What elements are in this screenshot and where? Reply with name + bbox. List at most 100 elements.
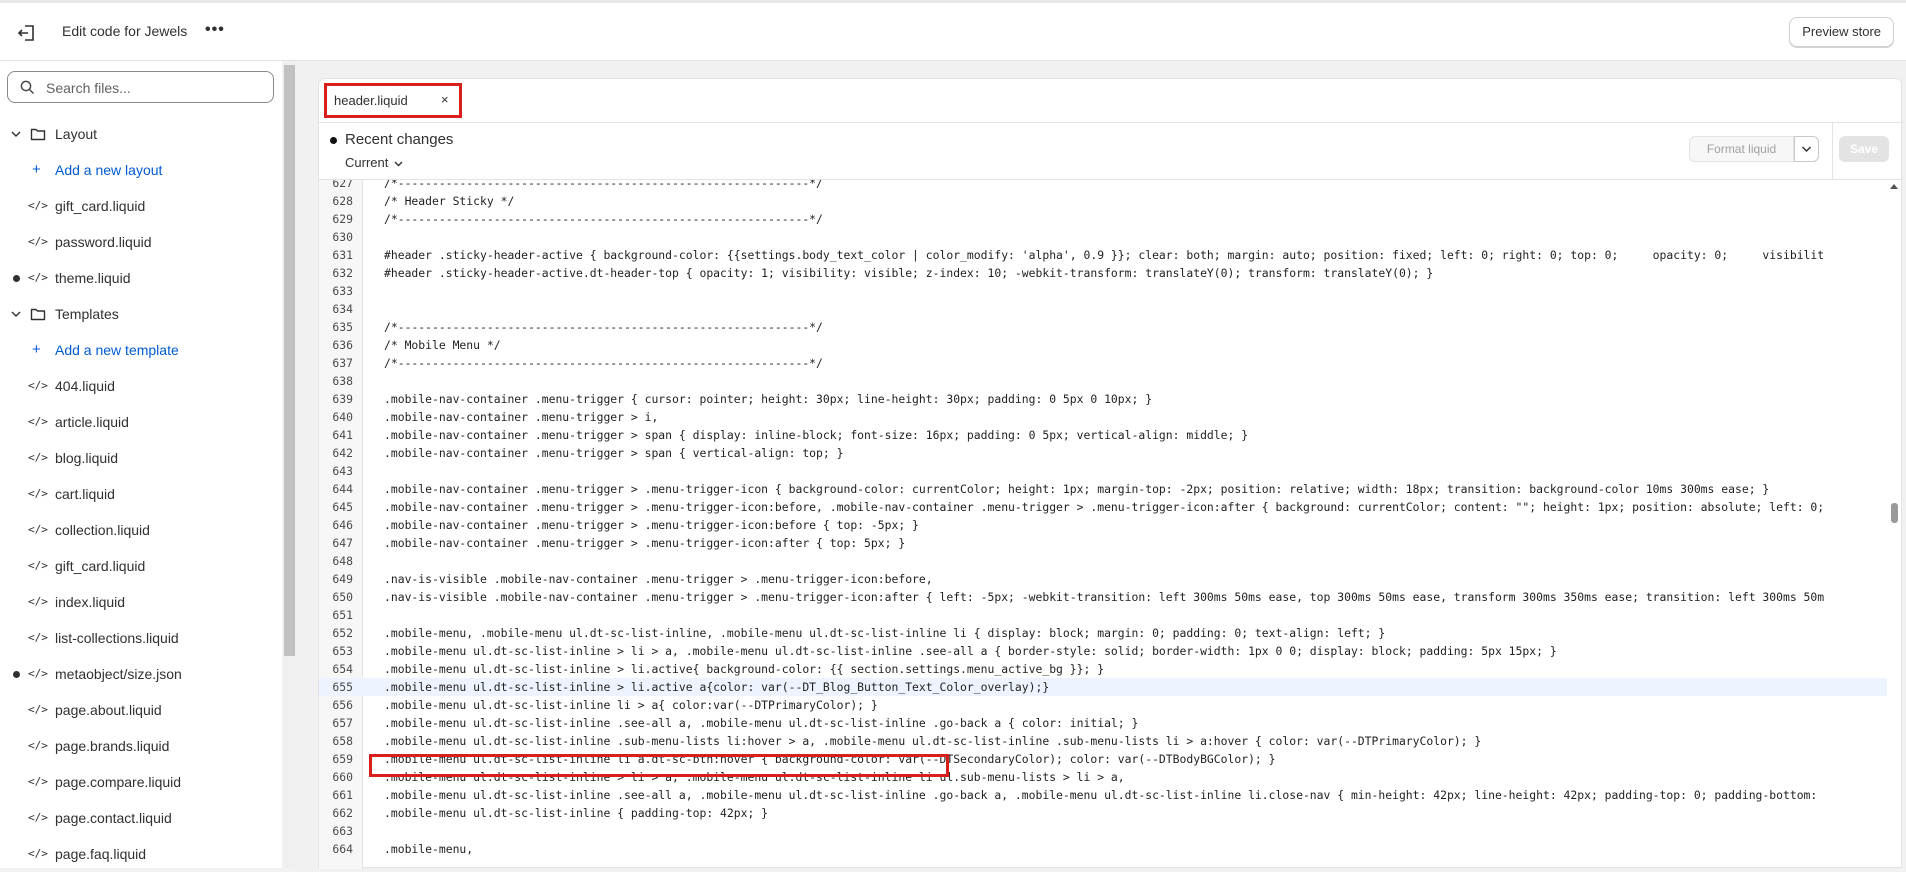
file-label[interactable]: page.contact.liquid [55, 800, 172, 836]
code-line[interactable]: 632 #header .sticky-header-active.dt-head… [319, 264, 1887, 282]
code-line[interactable]: 627 /*-----------------------------------… [319, 180, 1887, 192]
file-item[interactable]: </> index.liquid [0, 584, 282, 620]
line-text[interactable]: .mobile-nav-container .menu-trigger > .m… [384, 498, 1824, 516]
chevron-down-icon[interactable] [394, 161, 403, 167]
file-item[interactable]: </> cart.liquid [0, 476, 282, 512]
line-text[interactable]: .mobile-menu ul.dt-sc-list-inline { padd… [384, 804, 768, 822]
file-item[interactable]: </> gift_card.liquid [0, 548, 282, 584]
file-label[interactable]: 404.liquid [55, 368, 115, 404]
line-text[interactable]: /* Header Sticky */ [384, 192, 514, 210]
file-item[interactable]: </> 404.liquid [0, 368, 282, 404]
file-item[interactable]: </> metaobject/size.json [0, 656, 282, 692]
code-line[interactable]: 648 [319, 552, 1887, 570]
file-item[interactable]: </> page.faq.liquid [0, 836, 282, 872]
code-line[interactable]: 635 /*-----------------------------------… [319, 318, 1887, 336]
code-line[interactable]: 655 .mobile-menu ul.dt-sc-list-inline > l… [319, 678, 1887, 696]
code-line[interactable]: 641 .mobile-nav-container .menu-trigger >… [319, 426, 1887, 444]
line-text[interactable]: .mobile-nav-container .menu-trigger > .m… [384, 516, 919, 534]
code-line[interactable]: 628 /* Header Sticky */ [319, 192, 1887, 210]
scrollbar-thumb[interactable] [284, 65, 295, 656]
file-item[interactable]: </> page.brands.liquid [0, 728, 282, 764]
file-item[interactable]: </> page.contact.liquid [0, 800, 282, 836]
code-area[interactable]: 627 /*-----------------------------------… [319, 180, 1901, 869]
chevron-down-icon[interactable] [11, 310, 21, 318]
sidebar-scrollbar[interactable] [282, 61, 297, 868]
code-line[interactable]: 652 .mobile-menu, .mobile-menu ul.dt-sc-l… [319, 624, 1887, 642]
line-text[interactable]: /* Mobile Menu */ [384, 336, 501, 354]
scrollbar-thumb[interactable] [1891, 503, 1898, 523]
file-item[interactable]: </> page.about.liquid [0, 692, 282, 728]
line-text[interactable]: .mobile-nav-container .menu-trigger { cu… [384, 390, 1152, 408]
code-line[interactable]: 633 [319, 282, 1887, 300]
file-item[interactable]: </> blog.liquid [0, 440, 282, 476]
file-label[interactable]: collection.liquid [55, 512, 150, 548]
line-text[interactable]: .mobile-menu ul.dt-sc-list-inline > li.a… [384, 678, 1049, 696]
file-label[interactable]: list-collections.liquid [55, 620, 179, 656]
preview-store-button[interactable]: Preview store [1789, 17, 1894, 47]
code-line[interactable]: 643 [319, 462, 1887, 480]
line-text[interactable]: #header .sticky-header-active { backgrou… [384, 246, 1824, 264]
line-text[interactable]: .mobile-menu ul.dt-sc-list-inline .see-a… [384, 714, 1138, 732]
line-text[interactable]: .mobile-menu ul.dt-sc-list-inline .see-a… [384, 786, 1817, 804]
code-line[interactable]: 661 .mobile-menu ul.dt-sc-list-inline .se… [319, 786, 1887, 804]
line-text[interactable]: /*--------------------------------------… [384, 318, 823, 336]
code-line[interactable]: 647 .mobile-nav-container .menu-trigger >… [319, 534, 1887, 552]
code-line[interactable]: 644 .mobile-nav-container .menu-trigger >… [319, 480, 1887, 498]
file-item[interactable]: </> article.liquid [0, 404, 282, 440]
file-label[interactable]: index.liquid [55, 584, 125, 620]
version-label[interactable]: Current [345, 155, 388, 170]
file-label[interactable]: gift_card.liquid [55, 548, 145, 584]
line-text[interactable]: .mobile-menu ul.dt-sc-list-inline > li.a… [384, 660, 1104, 678]
code-line[interactable]: 639 .mobile-nav-container .menu-trigger {… [319, 390, 1887, 408]
line-text[interactable]: .mobile-menu ul.dt-sc-list-inline > li >… [384, 642, 1557, 660]
format-liquid-button[interactable]: Format liquid [1689, 136, 1794, 162]
code-line[interactable]: 651 [319, 606, 1887, 624]
line-text[interactable]: /*--------------------------------------… [384, 180, 823, 192]
file-label[interactable]: cart.liquid [55, 476, 115, 512]
editor-scrollbar[interactable] [1887, 180, 1901, 869]
code-line[interactable]: 658 .mobile-menu ul.dt-sc-list-inline .su… [319, 732, 1887, 750]
file-label[interactable]: theme.liquid [55, 260, 131, 296]
file-label[interactable]: metaobject/size.json [55, 656, 182, 692]
file-item[interactable]: </> list-collections.liquid [0, 620, 282, 656]
line-text[interactable]: .mobile-menu, [384, 840, 473, 858]
code-line[interactable]: 656 .mobile-menu ul.dt-sc-list-inline li … [319, 696, 1887, 714]
file-label[interactable]: article.liquid [55, 404, 129, 440]
file-item[interactable]: </> theme.liquid [0, 260, 282, 296]
scroll-up-icon[interactable] [1890, 184, 1898, 189]
file-label[interactable]: page.brands.liquid [55, 728, 169, 764]
line-text[interactable]: .mobile-nav-container .menu-trigger > sp… [384, 444, 843, 462]
code-line[interactable]: 638 [319, 372, 1887, 390]
version-dropdown[interactable]: Current [345, 155, 403, 170]
code-line[interactable]: 629 /*-----------------------------------… [319, 210, 1887, 228]
code-line[interactable]: 663 [319, 822, 1887, 840]
code-line[interactable]: 645 .mobile-nav-container .menu-trigger >… [319, 498, 1887, 516]
search-input[interactable] [46, 78, 266, 98]
line-text[interactable]: .mobile-menu, .mobile-menu ul.dt-sc-list… [384, 624, 1385, 642]
file-item[interactable]: </> collection.liquid [0, 512, 282, 548]
file-label[interactable]: page.compare.liquid [55, 764, 181, 800]
code-line[interactable]: 664 .mobile-menu, [319, 840, 1887, 858]
code-line[interactable]: 636 /* Mobile Menu */ [319, 336, 1887, 354]
add-new-label[interactable]: Add a new layout [55, 152, 162, 188]
code-line[interactable]: 642 .mobile-nav-container .menu-trigger >… [319, 444, 1887, 462]
folder-templates[interactable]: Templates [0, 296, 282, 332]
code-line[interactable]: 631 #header .sticky-header-active { backg… [319, 246, 1887, 264]
save-button[interactable]: Save [1839, 136, 1889, 162]
folder-layout[interactable]: Layout [0, 116, 282, 152]
tab-header-liquid[interactable]: header.liquid × [324, 83, 462, 118]
code-line[interactable]: 630 [319, 228, 1887, 246]
code-line[interactable]: 640 .mobile-nav-container .menu-trigger >… [319, 408, 1887, 426]
code-line[interactable]: 650 .nav-is-visible .mobile-nav-container… [319, 588, 1887, 606]
line-text[interactable]: /*--------------------------------------… [384, 210, 823, 228]
chevron-down-icon[interactable] [11, 130, 21, 138]
code-line[interactable]: 657 .mobile-menu ul.dt-sc-list-inline .se… [319, 714, 1887, 732]
code-line[interactable]: 654 .mobile-menu ul.dt-sc-list-inline > l… [319, 660, 1887, 678]
format-options-button[interactable] [1794, 136, 1819, 162]
file-label[interactable]: page.faq.liquid [55, 836, 146, 872]
line-text[interactable]: .mobile-nav-container .menu-trigger > i, [384, 408, 658, 426]
file-item[interactable]: </> gift_card.liquid [0, 188, 282, 224]
add-new-label[interactable]: Add a new template [55, 332, 179, 368]
line-text[interactable]: .mobile-nav-container .menu-trigger > sp… [384, 426, 1248, 444]
code-line[interactable]: 649 .nav-is-visible .mobile-nav-container… [319, 570, 1887, 588]
